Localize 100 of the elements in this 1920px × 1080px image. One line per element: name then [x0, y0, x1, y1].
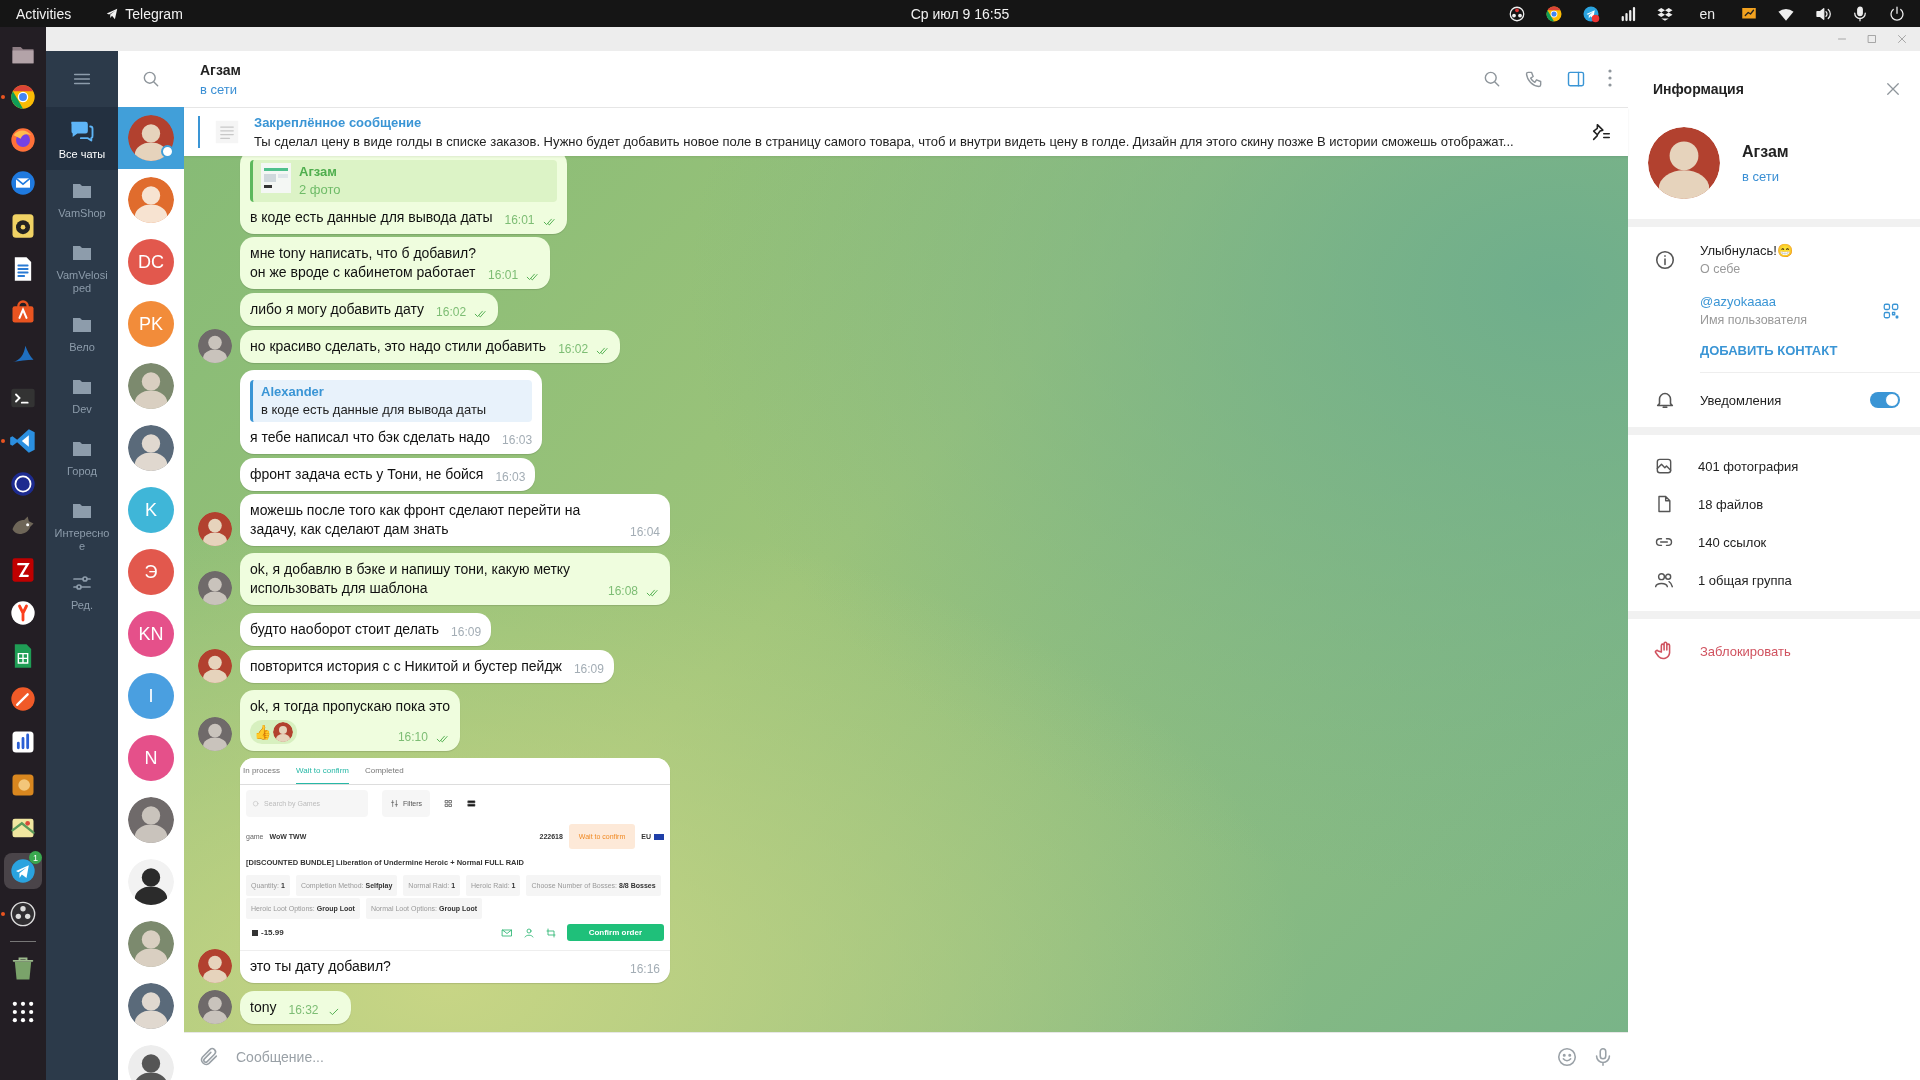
message-input[interactable]: Сообщение...	[234, 1047, 1542, 1066]
phone-icon	[1524, 69, 1544, 89]
avatar: N	[128, 735, 174, 781]
power-icon	[1888, 4, 1906, 23]
shopping-bag-icon	[9, 298, 37, 326]
media-link[interactable]: 401 фотография	[1698, 458, 1799, 474]
avatar: K	[128, 487, 174, 533]
message-text: повторится история с с Никитой и бустер пейдж	[250, 657, 562, 676]
avatar	[198, 512, 232, 546]
message-time: 16:08	[607, 583, 638, 600]
notifications-toggle[interactable]	[1870, 392, 1900, 408]
message-text: ok, я добавлю в бэке и напишу тони, какую метку использовать для шаблона	[250, 560, 572, 598]
pinned-text[interactable]: Ты сделал цену в виде голды в списке заказов. Нужно будет добавить новое поле в страницу самого товара, чтоб и внутри видеть цену в голде. Дизайн для этого скину позже В истории сможешь отображат...	[254, 134, 1578, 149]
message-text: это ты дату добавил?	[250, 957, 391, 976]
search-icon	[1482, 69, 1502, 89]
crop-icon	[544, 926, 557, 939]
app-menu[interactable]: Telegram	[105, 5, 183, 22]
avatar: I	[128, 673, 174, 719]
dock-item[interactable]: 1	[4, 853, 42, 889]
avatar	[198, 949, 232, 983]
mail-icon	[500, 926, 513, 939]
message-text: мне tony написать, что б добавил? он же вроде с кабинетом работает	[250, 244, 477, 282]
folder-tab[interactable]: VamVelosiped	[46, 232, 118, 304]
reactor-avatar	[273, 722, 293, 742]
more-icon[interactable]	[1608, 69, 1612, 87]
user-icon	[522, 926, 535, 939]
message-text: можешь после того как фронт сделают перейти на задачу, как сделают дам знать	[250, 501, 582, 539]
message-time: 16:32	[288, 1002, 319, 1019]
clock[interactable]: Ср июл 9 16:55	[910, 5, 1010, 22]
chat-item[interactable]: I	[118, 665, 184, 727]
list-view-icon	[467, 799, 477, 808]
keyboard-layout[interactable]: en	[1699, 5, 1715, 22]
bio-label: О себе	[1700, 262, 1742, 276]
chat-item[interactable]: K	[118, 479, 184, 541]
profile-name: Агзам	[1742, 142, 1789, 161]
block-button[interactable]: Заблокировать	[1700, 643, 1791, 659]
avatar: Э	[128, 549, 174, 595]
avatar	[198, 990, 232, 1024]
add-contact-link[interactable]: ДОБАВИТЬ КОНТАКТ	[1700, 343, 1838, 358]
app-icon	[9, 900, 37, 928]
notifications-label: Уведомления	[1700, 392, 1782, 408]
chat-item[interactable]: Э	[118, 541, 184, 603]
tab-label: Wait to confirm	[295, 760, 349, 784]
avatar	[128, 425, 174, 471]
folder-tab[interactable]: VamShop	[46, 170, 118, 232]
chat-status: в сети	[200, 81, 239, 97]
pinned-title[interactable]: Закреплённое сообщение	[254, 115, 1578, 130]
paperclip-icon	[198, 1045, 220, 1068]
folder-tab[interactable]: Город	[46, 428, 118, 490]
media-link[interactable]: 140 ссылок	[1698, 534, 1767, 550]
mail-icon	[9, 169, 37, 197]
message-text: в коде есть данные для вывода даты	[250, 208, 493, 227]
folder-tab[interactable]: Ред.	[46, 562, 118, 624]
message-time: 16:02	[436, 304, 467, 321]
message-time: 16:03	[502, 432, 533, 449]
reply-text: в коде есть данные для вывода даты	[261, 401, 487, 419]
message-text: либо я могу добавить дату	[250, 300, 425, 319]
folder-tab[interactable]: Dev	[46, 366, 118, 428]
message-time: 16:09	[451, 624, 482, 641]
sidebar-icon	[1566, 69, 1586, 89]
chat-item[interactable]: DC	[118, 231, 184, 293]
activities-button[interactable]: Activities	[16, 5, 72, 22]
panel-title: Информация	[1653, 81, 1744, 97]
profile-status: в сети	[1742, 168, 1781, 184]
tab-label: In process	[243, 765, 280, 777]
close-icon	[1884, 80, 1902, 98]
folder-tab[interactable]: Все чаты	[46, 107, 118, 170]
message-time: 16:02	[558, 341, 589, 358]
folder-tab[interactable]: Вело	[46, 304, 118, 366]
browser-icon	[9, 83, 37, 111]
username-link[interactable]: @azyokaaaa	[1700, 294, 1807, 309]
message-time: 16:03	[495, 469, 526, 486]
message-time: 16:16	[629, 961, 660, 978]
media-link[interactable]: 18 файлов	[1698, 496, 1764, 512]
chat-item[interactable]: KN	[118, 603, 184, 665]
media-link[interactable]: 1 общая группа	[1698, 572, 1792, 588]
message-text: я тебе написал что бэк сделать надо	[250, 428, 491, 447]
chat-item[interactable]: PK	[118, 293, 184, 355]
reply-quote[interactable]: Alexander в коде есть данные для вывода даты	[250, 380, 533, 422]
reply-quote[interactable]: Агзам 2 фото	[250, 160, 557, 202]
avatar	[198, 571, 232, 605]
emoji-icon	[1556, 1045, 1578, 1068]
signal-icon	[1619, 4, 1638, 23]
bio-text: Улыбнулась!😁	[1700, 243, 1793, 258]
paper-plane-icon[interactable]	[1582, 4, 1601, 23]
avatar	[128, 115, 174, 161]
avatar	[198, 717, 232, 751]
browser-icon	[9, 599, 37, 627]
message-text: фронт задача есть у Тони, не бойся	[250, 465, 484, 484]
microphone-icon	[1851, 4, 1869, 23]
qr-code-icon	[1882, 301, 1900, 320]
browser-icon[interactable]	[1545, 4, 1564, 23]
paper-plane-icon	[9, 857, 37, 885]
grid-view-icon	[444, 799, 454, 808]
folder-tab[interactable]: Интересное	[46, 490, 118, 562]
chat-item[interactable]: N	[118, 727, 184, 789]
avatar	[128, 1045, 174, 1080]
paper-plane-icon	[105, 6, 120, 21]
confirm-button[interactable]: Confirm order	[566, 924, 664, 941]
people-icon	[1654, 570, 1674, 590]
